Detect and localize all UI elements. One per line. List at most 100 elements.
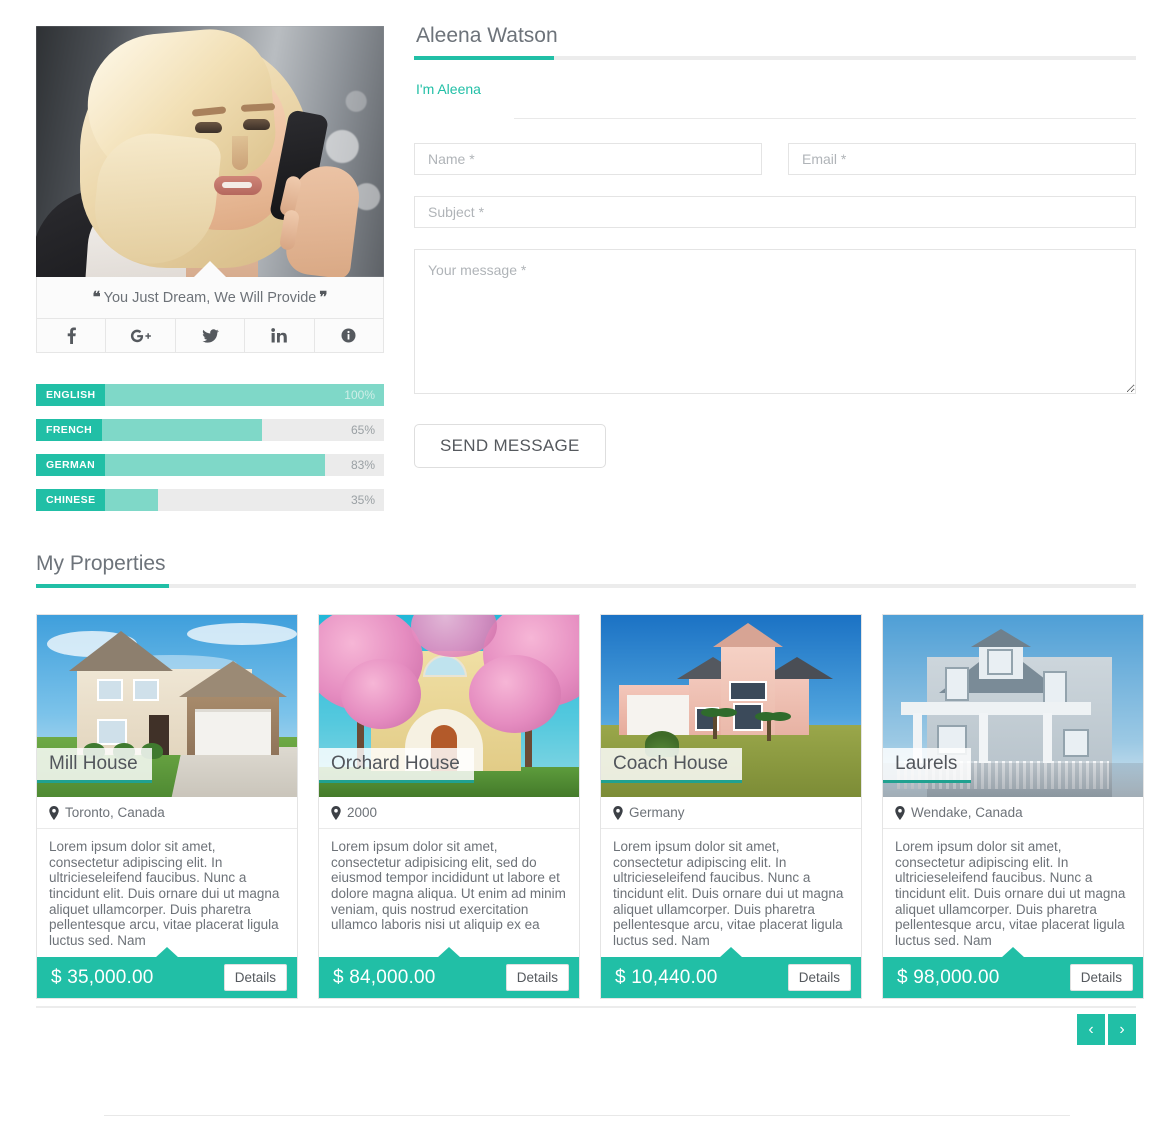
- properties-header: My Properties: [36, 552, 1136, 588]
- window-shape: [97, 719, 127, 745]
- details-button[interactable]: Details: [787, 964, 851, 991]
- skill-percent: 65%: [350, 423, 375, 437]
- property-title: Orchard House: [331, 753, 460, 774]
- properties-underline: [36, 584, 1136, 588]
- photo-teeth: [222, 182, 252, 188]
- photo-eye-left: [195, 122, 222, 133]
- property-description: Lorem ipsum dolor sit amet, consectetur …: [883, 829, 1143, 957]
- skill-percent: 83%: [350, 458, 375, 472]
- email-input[interactable]: [788, 143, 1136, 175]
- social-link-linkedin[interactable]: [245, 319, 315, 352]
- skill-label: ENGLISH: [36, 384, 106, 406]
- details-button[interactable]: Details: [223, 964, 287, 991]
- agent-profile-page: ❝ You Just Dream, We Will Provide ❞ ENGL…: [0, 0, 1174, 1140]
- property-title-box: Orchard House: [319, 748, 474, 783]
- send-message-button[interactable]: SEND MESSAGE: [414, 424, 606, 468]
- skill-label: CHINESE: [36, 489, 106, 511]
- blossom-canopy: [469, 655, 561, 733]
- property-price: $ 10,440.00: [615, 966, 718, 988]
- next-page-button[interactable]: ›: [1108, 1014, 1136, 1045]
- property-location: Wendake, Canada: [883, 797, 1143, 829]
- dormer-roof: [971, 629, 1031, 647]
- social-link-facebook[interactable]: [37, 319, 107, 352]
- skill-row: CHINESE 35%: [36, 489, 384, 511]
- title-underline: [414, 56, 1136, 60]
- language-skills: ENGLISH 100% FRENCH 65% GERMAN 83% CHINE…: [36, 384, 384, 511]
- property-location-text: Germany: [629, 805, 685, 820]
- photo-eye-right: [243, 119, 270, 130]
- porch-roof: [901, 702, 1091, 715]
- price-notch: [719, 947, 743, 958]
- palm-frond: [715, 708, 737, 717]
- property-description: Lorem ipsum dolor sit amet, consectetur …: [319, 829, 579, 957]
- agent-quote: ❝ You Just Dream, We Will Provide ❞: [36, 277, 384, 319]
- details-button[interactable]: Details: [1069, 964, 1133, 991]
- skill-row: FRENCH 65%: [36, 419, 384, 441]
- subject-input[interactable]: [414, 196, 1136, 228]
- social-links: [36, 319, 384, 353]
- social-link-twitter[interactable]: [176, 319, 246, 352]
- property-description: Lorem ipsum dolor sit amet, consectetur …: [37, 829, 297, 957]
- photo-notch: [193, 261, 227, 277]
- property-price-bar: $ 98,000.00 Details: [883, 947, 1143, 998]
- agent-intro: I'm Aleena: [416, 81, 481, 97]
- info-icon: [341, 328, 356, 343]
- google-plus-icon: [131, 329, 152, 342]
- property-title-box: Mill House: [37, 748, 152, 783]
- property-image: Mill House: [37, 615, 297, 797]
- pager-divider: [36, 1006, 1136, 1008]
- social-link-google-plus[interactable]: [106, 319, 176, 352]
- property-title: Laurels: [895, 753, 958, 774]
- photo-nose: [232, 136, 248, 170]
- property-location-text: Toronto, Canada: [65, 805, 165, 820]
- details-button[interactable]: Details: [505, 964, 569, 991]
- quote-text: You Just Dream, We Will Provide: [103, 290, 317, 306]
- skill-label: GERMAN: [36, 454, 106, 476]
- location-pin-icon: [49, 805, 59, 820]
- skill-row: ENGLISH 100%: [36, 384, 384, 406]
- property-price-bar: $ 35,000.00 Details: [37, 947, 297, 998]
- contact-section: Aleena Watson I'm Aleena SEND MESSAGE: [414, 24, 1136, 468]
- property-title: Coach House: [613, 753, 729, 774]
- intro-divider: [514, 118, 1136, 119]
- agent-photo: [36, 26, 384, 277]
- pagination: ‹ ›: [1077, 1014, 1136, 1045]
- property-location: 2000: [319, 797, 579, 829]
- facebook-icon: [67, 327, 76, 344]
- page-title: Aleena Watson: [416, 24, 558, 47]
- property-card[interactable]: Laurels Wendake, Canada Lorem ipsum dolo…: [882, 614, 1144, 999]
- blossom-canopy: [341, 659, 421, 729]
- property-price: $ 35,000.00: [51, 966, 154, 988]
- property-title-box: Laurels: [883, 748, 972, 783]
- window-shape: [945, 667, 969, 701]
- contact-form: SEND MESSAGE: [414, 143, 1136, 468]
- property-card[interactable]: Orchard House 2000 Lorem ipsum dolor sit…: [318, 614, 580, 999]
- window-shape: [1043, 671, 1067, 705]
- house-roof: [69, 631, 173, 671]
- social-link-info[interactable]: [315, 319, 383, 352]
- location-pin-icon: [331, 805, 341, 820]
- property-price: $ 98,000.00: [897, 966, 1000, 988]
- property-image: Laurels: [883, 615, 1143, 797]
- property-card-list: Mill House Toronto, Canada Lorem ipsum d…: [36, 614, 1144, 999]
- garage-door: [627, 695, 697, 735]
- window-shape: [729, 681, 767, 701]
- quote-open-icon: ❝: [92, 289, 101, 306]
- garage-door: [195, 709, 271, 755]
- message-textarea[interactable]: [414, 249, 1136, 394]
- porch-column: [1043, 713, 1052, 763]
- name-input[interactable]: [414, 143, 762, 175]
- property-card[interactable]: Mill House Toronto, Canada Lorem ipsum d…: [36, 614, 298, 999]
- property-title-box: Coach House: [601, 748, 743, 783]
- palm-frond: [769, 712, 791, 721]
- quote-close-icon: ❞: [319, 289, 328, 306]
- skill-percent: 35%: [350, 493, 375, 507]
- property-card[interactable]: Coach House Germany Lorem ipsum dolor si…: [600, 614, 862, 999]
- property-price-bar: $ 84,000.00 Details: [319, 947, 579, 998]
- skill-row: GERMAN 83%: [36, 454, 384, 476]
- prev-page-button[interactable]: ‹: [1077, 1014, 1105, 1045]
- location-pin-icon: [613, 805, 623, 820]
- property-price: $ 84,000.00: [333, 966, 436, 988]
- price-notch: [437, 947, 461, 958]
- porch-column: [979, 713, 988, 763]
